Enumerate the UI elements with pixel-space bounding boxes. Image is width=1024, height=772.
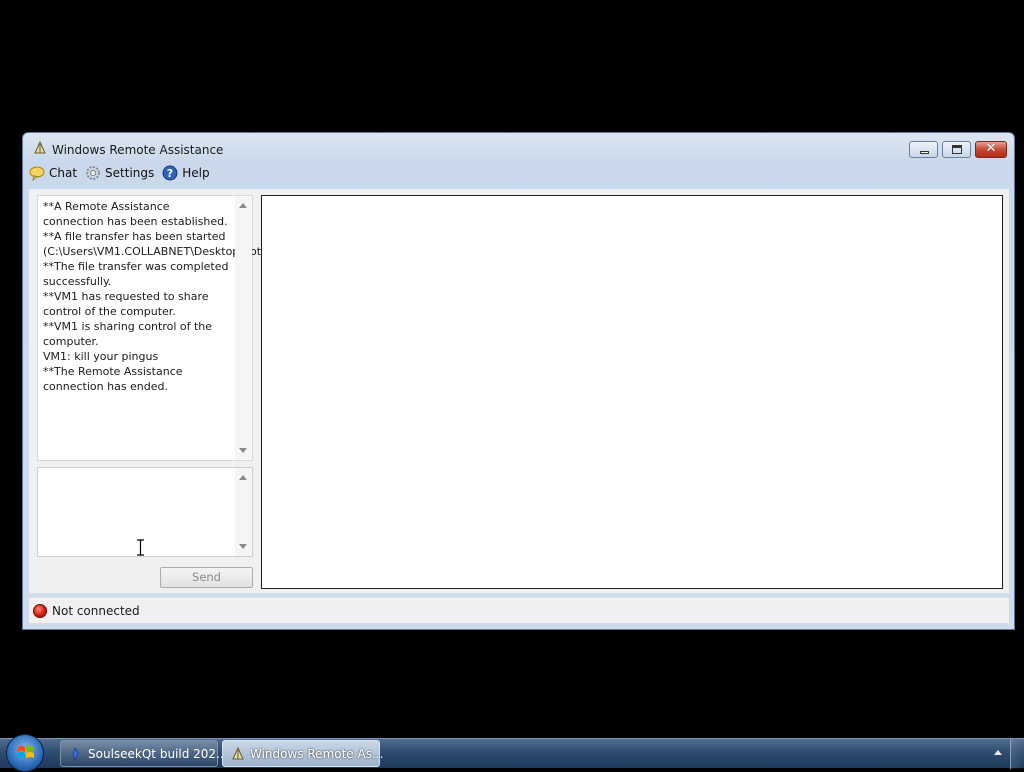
menu-help-label: Help xyxy=(182,166,210,180)
soulseek-icon xyxy=(72,747,79,761)
send-button[interactable]: Send xyxy=(160,567,253,588)
taskbar-item-label: Windows Remote As... xyxy=(250,747,384,761)
chat-input[interactable] xyxy=(37,467,253,557)
menu-settings-label: Settings xyxy=(105,166,155,180)
chat-input-scrollbar[interactable] xyxy=(235,468,252,556)
help-icon: ? xyxy=(162,165,178,181)
gear-icon xyxy=(86,166,100,180)
remote-desktop-view[interactable] xyxy=(261,195,1003,589)
menu-chat[interactable]: Chat xyxy=(29,165,77,181)
minimize-icon xyxy=(920,151,929,154)
chat-history[interactable]: **A Remote Assistance connection has bee… xyxy=(37,195,327,461)
close-button[interactable]: ✕ xyxy=(975,141,1007,158)
client-area: **A Remote Assistance connection has bee… xyxy=(29,189,1009,593)
chat-bubble-icon xyxy=(29,166,45,181)
remote-assistance-window: Windows Remote Assistance ✕ Chat Setting… xyxy=(22,132,1015,630)
show-hidden-icons-icon[interactable] xyxy=(994,750,1002,755)
minimize-button[interactable] xyxy=(909,141,938,158)
taskbar-item-soulseek[interactable]: SoulseekQt build 202... xyxy=(60,740,228,767)
chat-history-scrollbar[interactable] xyxy=(235,196,252,460)
svg-text:?: ? xyxy=(167,167,173,180)
status-bar: Not connected xyxy=(29,597,1009,623)
close-icon: ✕ xyxy=(985,141,997,156)
connection-status: Not connected xyxy=(52,604,140,618)
chat-history-text: **A Remote Assistance connection has bee… xyxy=(43,200,327,393)
scroll-down-icon[interactable] xyxy=(239,544,247,549)
show-desktop-button[interactable] xyxy=(1010,739,1024,769)
maximize-icon xyxy=(952,145,962,154)
scroll-up-icon[interactable] xyxy=(239,475,247,480)
menu-help[interactable]: ? Help xyxy=(162,165,210,181)
menu-settings[interactable]: Settings xyxy=(85,165,154,181)
remote-assistance-icon xyxy=(232,747,244,760)
menu-bar: Chat Settings ? Help xyxy=(29,163,218,183)
taskbar: SoulseekQt build 202... Windows Remote A… xyxy=(0,734,1024,772)
text-cursor-icon xyxy=(137,539,144,556)
scroll-down-icon[interactable] xyxy=(239,448,247,453)
scroll-up-icon[interactable] xyxy=(239,203,247,208)
title-bar[interactable]: Windows Remote Assistance ✕ xyxy=(23,133,1014,165)
menu-chat-label: Chat xyxy=(49,166,78,180)
maximize-button[interactable] xyxy=(942,141,971,158)
windows-logo-icon xyxy=(18,746,34,758)
start-button[interactable] xyxy=(6,734,44,772)
disconnected-status-icon xyxy=(33,604,47,618)
remote-assistance-icon xyxy=(34,141,46,154)
window-title: Windows Remote Assistance xyxy=(52,143,224,157)
taskbar-item-remote-assistance[interactable]: Windows Remote As... xyxy=(222,740,384,767)
taskbar-item-label: SoulseekQt build 202... xyxy=(88,747,228,761)
